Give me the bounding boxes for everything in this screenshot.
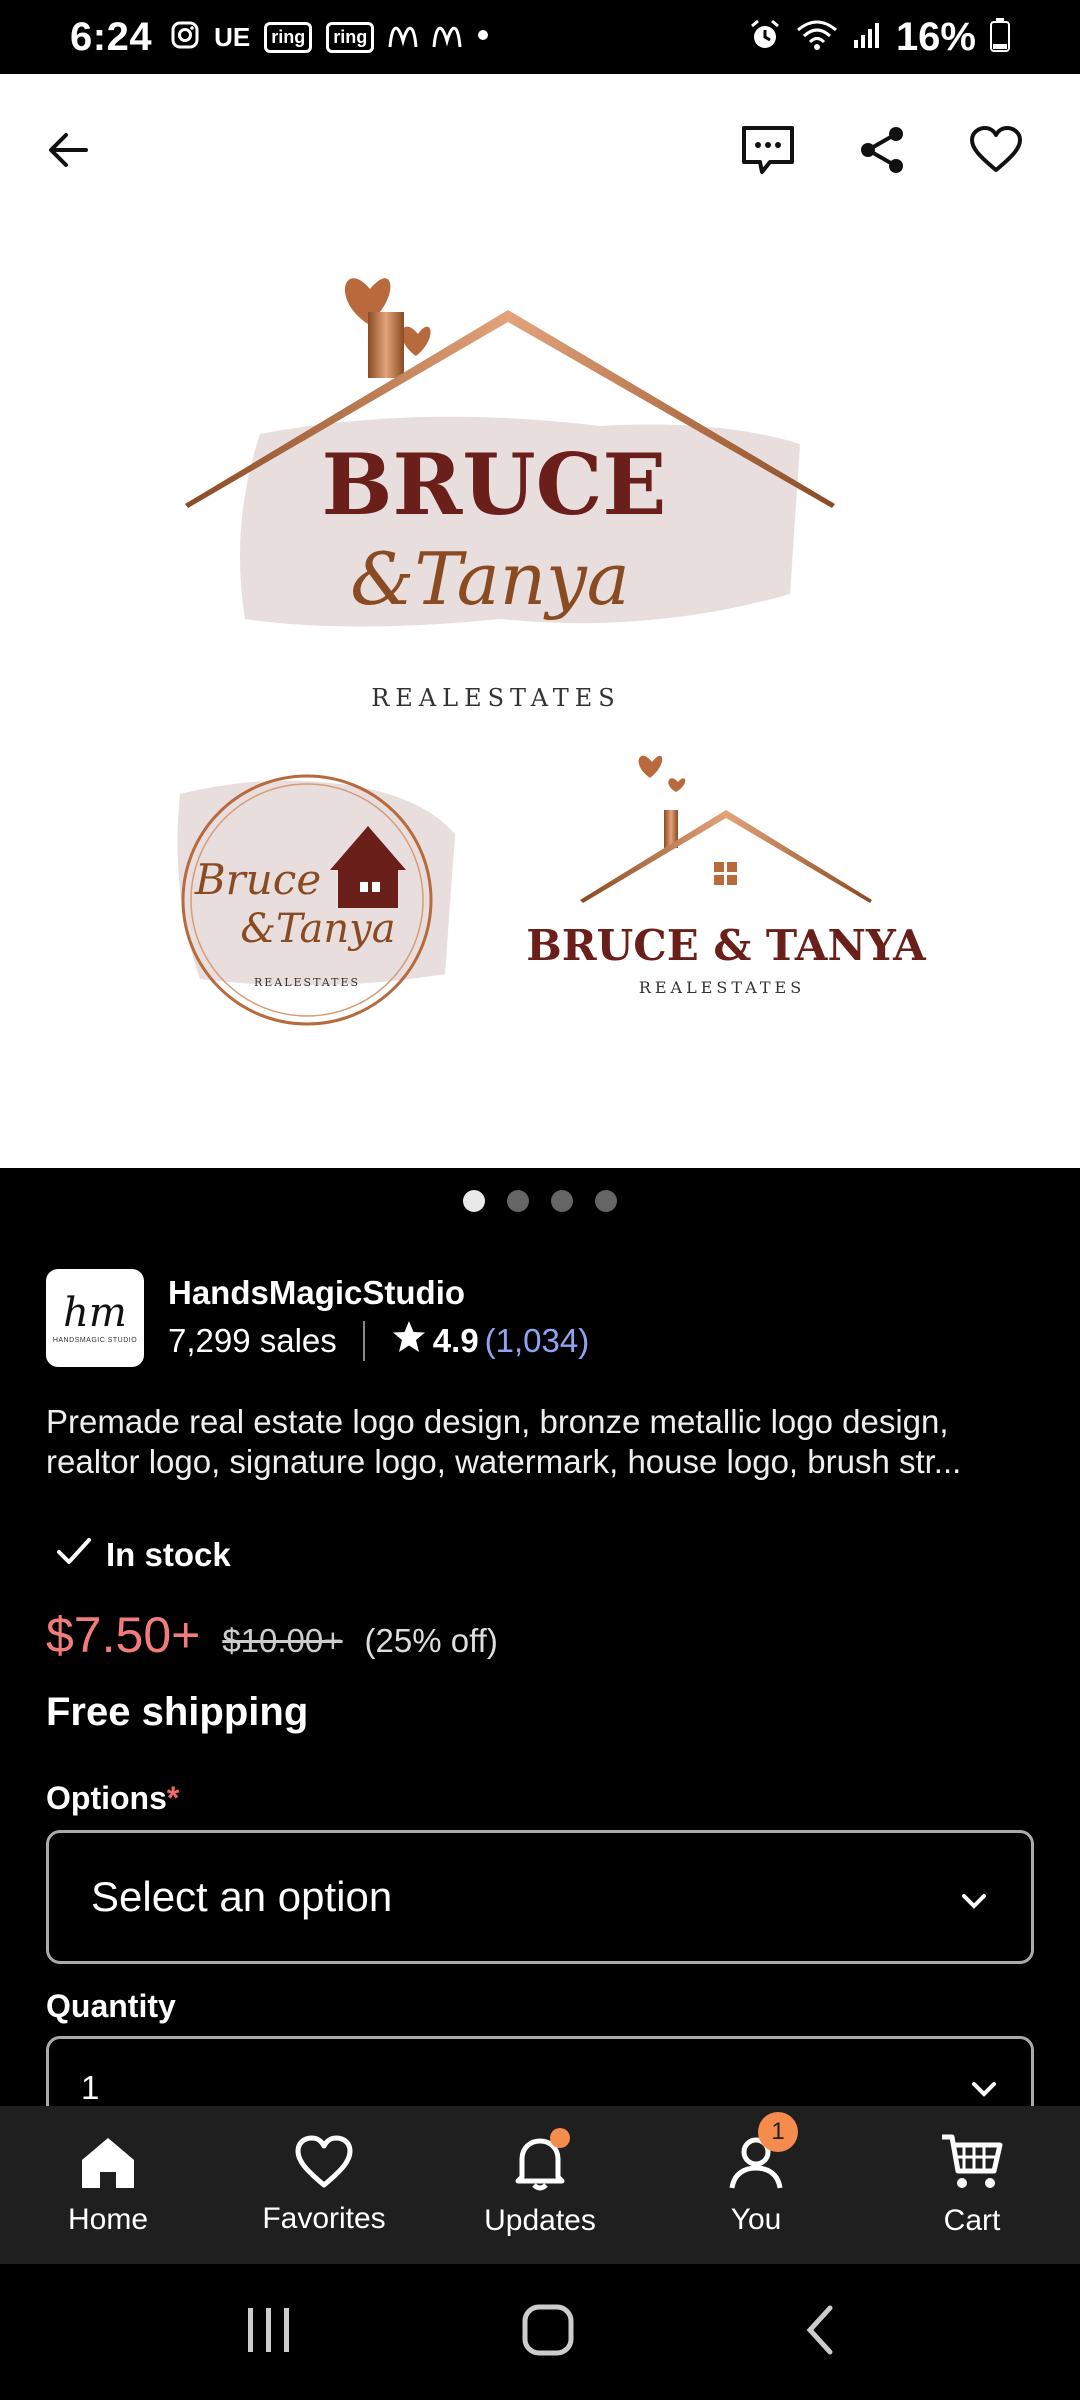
- shop-details: HandsMagicStudio 7,299 sales 4.9 (1,034): [168, 1274, 589, 1362]
- bottom-navigation: Home Favorites Updates 1 You Cart: [0, 2106, 1080, 2264]
- review-count-link[interactable]: (1,034): [485, 1322, 590, 1360]
- shop-stats: 7,299 sales 4.9 (1,034): [168, 1320, 589, 1362]
- back-nav-icon[interactable]: [802, 2304, 836, 2361]
- notification-icons: UE ring ring: [170, 20, 490, 55]
- nav-updates[interactable]: Updates: [432, 2106, 648, 2264]
- carousel-dot[interactable]: [595, 1190, 617, 1212]
- nav-label: Favorites: [262, 2201, 386, 2235]
- options-select[interactable]: Select an option: [46, 1830, 1034, 1964]
- options-label-text: Options: [46, 1780, 167, 1816]
- message-seller-button[interactable]: [728, 112, 808, 192]
- nav-favorites[interactable]: Favorites: [216, 2106, 432, 2264]
- chevron-down-icon: [959, 1873, 989, 1921]
- logo-artwork: BRUCE &Tanya REALESTATES Bruce &Tanya RE…: [177, 278, 927, 1026]
- status-time: 6:24: [70, 14, 153, 59]
- status-right: 16%: [748, 15, 1010, 60]
- favorite-button[interactable]: [956, 112, 1036, 192]
- shop-avatar-sub: HANDSMAGIC STUDIO: [52, 1336, 138, 1344]
- logo-small-sub: REALESTATES: [639, 978, 805, 997]
- chevron-down-icon: [969, 2069, 999, 2107]
- carousel-dot[interactable]: [551, 1190, 573, 1212]
- nav-label: Updates: [484, 2203, 596, 2237]
- back-button[interactable]: [28, 112, 108, 192]
- battery-icon: [990, 17, 1010, 57]
- message-icon: [740, 124, 796, 181]
- carousel-dot[interactable]: [463, 1190, 485, 1212]
- signal-icon: [852, 20, 882, 55]
- share-button[interactable]: [842, 112, 922, 192]
- battery-percentage: 16%: [895, 14, 976, 59]
- status-bar: 6:24 UE ring ring 16%: [0, 0, 1080, 74]
- nav-you[interactable]: 1 You: [648, 2106, 864, 2264]
- stock-label: In stock: [106, 1536, 231, 1573]
- logo-main-script: &Tanya: [350, 537, 629, 621]
- options-select-value: Select an option: [91, 1873, 393, 1920]
- current-price: $7.50+: [46, 1607, 201, 1663]
- cart-icon: [940, 2133, 1004, 2196]
- carousel-indicator: [0, 1190, 1080, 1212]
- checkmark-icon: [56, 1536, 92, 1574]
- logo-badge-script: Bruce: [194, 855, 321, 904]
- you-badge: 1: [758, 2112, 798, 2152]
- logo-badge-script-2: &Tanya: [240, 906, 395, 952]
- required-marker: *: [166, 1780, 180, 1816]
- logo-badge-sub: REALESTATES: [254, 976, 360, 989]
- updates-badge-dot: [550, 2128, 570, 2148]
- rating-value: 4.9: [432, 1322, 479, 1359]
- mcdonalds-icon: [432, 21, 462, 54]
- listing-title[interactable]: Premade real estate logo design, bronze …: [46, 1402, 1036, 1482]
- shop-avatar-logo: hm: [63, 1289, 127, 1336]
- ring-icon: ring: [264, 21, 313, 53]
- quantity-value: 1: [81, 2069, 100, 2106]
- ring-icon: ring: [326, 21, 375, 53]
- system-navigation: [0, 2264, 1080, 2400]
- listing-image[interactable]: BRUCE &Tanya REALESTATES Bruce &Tanya RE…: [0, 74, 1080, 1168]
- more-notifications-dot-icon: [476, 28, 490, 47]
- logo-main-sub: REALESTATES: [371, 684, 621, 712]
- discount-label: (25% off): [364, 1622, 498, 1659]
- image-top-actions: [0, 74, 1080, 234]
- arrow-left-icon: [44, 126, 92, 179]
- shop-sales: 7,299 sales: [168, 1322, 337, 1359]
- logo-main-title: BRUCE: [322, 435, 667, 534]
- nav-label: You: [730, 2202, 782, 2236]
- star-icon: [391, 1320, 427, 1362]
- stock-status: In stock: [56, 1536, 231, 1574]
- options-label: Options*: [46, 1780, 179, 1817]
- logo-small-title: BRUCE & TANYA: [526, 921, 927, 970]
- wifi-icon: [796, 18, 838, 57]
- heart-icon: [294, 2135, 354, 2194]
- shipping-info: Free shipping: [46, 1690, 309, 1734]
- quantity-label: Quantity: [46, 1988, 176, 2024]
- shop-info-row[interactable]: hm HANDSMAGIC STUDIO HandsMagicStudio 7,…: [46, 1268, 1036, 1368]
- alarm-icon: [748, 18, 782, 57]
- divider: [362, 1321, 365, 1361]
- nav-cart[interactable]: Cart: [864, 2106, 1080, 2264]
- ue-icon: UE: [214, 21, 251, 52]
- shop-rating[interactable]: 4.9 (1,034): [391, 1320, 589, 1362]
- nav-label: Cart: [943, 2203, 1001, 2237]
- shop-name[interactable]: HandsMagicStudio: [168, 1274, 589, 1312]
- nav-label: Home: [67, 2202, 149, 2236]
- instagram-icon: [170, 20, 200, 55]
- shop-avatar[interactable]: hm HANDSMAGIC STUDIO: [46, 1269, 144, 1367]
- price-row: $7.50+ $10.00+ (25% off): [46, 1606, 498, 1664]
- home-button-icon[interactable]: [521, 2303, 575, 2362]
- nav-home[interactable]: Home: [0, 2106, 216, 2264]
- carousel-dot[interactable]: [507, 1190, 529, 1212]
- mcdonalds-icon: [388, 21, 418, 54]
- heart-icon: [969, 125, 1023, 179]
- original-price: $10.00+: [222, 1622, 343, 1659]
- home-icon: [78, 2134, 138, 2195]
- share-icon: [856, 124, 908, 181]
- recent-apps-icon[interactable]: [244, 2306, 294, 2359]
